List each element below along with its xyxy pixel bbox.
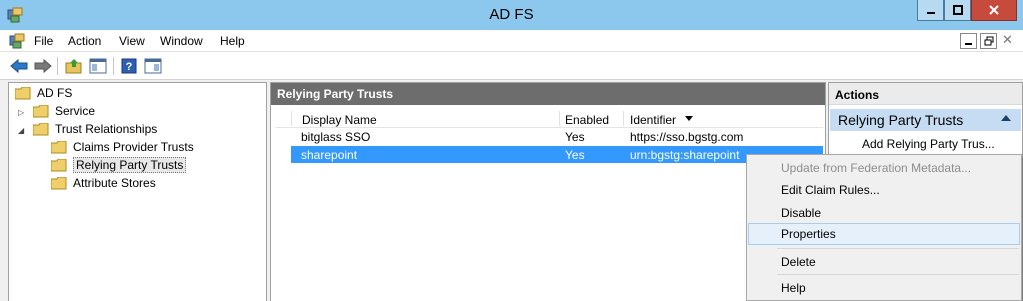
console-tree: AD FS ▷ Service ◢ Trust Relationships Cl… bbox=[8, 82, 267, 301]
up-one-level-button[interactable] bbox=[64, 56, 84, 76]
action-add-relying-party-trust[interactable]: Add Relying Party Trus... bbox=[862, 137, 995, 151]
tree-label: Claims Provider Trusts bbox=[73, 140, 194, 154]
actions-group-label: Relying Party Trusts bbox=[838, 112, 964, 128]
minimize-button[interactable] bbox=[917, 0, 944, 21]
menu-separator bbox=[777, 274, 1019, 275]
menu-action[interactable]: Action bbox=[68, 34, 101, 48]
toolbar-separator bbox=[113, 57, 114, 75]
results-pane-title: Relying Party Trusts bbox=[271, 83, 825, 105]
folder-icon bbox=[51, 158, 67, 171]
column-header-display-name[interactable]: Display Name bbox=[302, 113, 377, 127]
cell-identifier: urn:bgstg:sharepoint bbox=[630, 148, 740, 162]
menu-item-update-from-federation-metadata[interactable]: Update from Federation Metadata... bbox=[748, 157, 1020, 179]
adfs-menu-icon[interactable] bbox=[9, 33, 25, 49]
title-bar: AD FS bbox=[0, 0, 1023, 30]
folder-icon bbox=[33, 104, 49, 117]
actions-group-relying-party-trusts[interactable]: Relying Party Trusts bbox=[830, 109, 1021, 131]
column-divider[interactable] bbox=[623, 111, 624, 126]
menu-bar: File Action View Window Help ✕ bbox=[0, 30, 1023, 52]
results-pane: Relying Party Trusts Display Name Enable… bbox=[270, 82, 826, 301]
column-divider bbox=[291, 111, 292, 126]
toolbar: ? bbox=[0, 52, 1023, 80]
cell-display-name: bitglass SSO bbox=[301, 130, 371, 144]
forward-button[interactable] bbox=[33, 56, 53, 76]
menu-file[interactable]: File bbox=[34, 34, 53, 48]
column-headers: Display Name Enabled Identifier bbox=[275, 110, 823, 128]
tree-node-relying-party-trusts[interactable]: Relying Party Trusts bbox=[51, 156, 187, 174]
folder-icon bbox=[15, 86, 31, 99]
table-row[interactable]: bitglass SSO Yes https://sso.bgstg.com bbox=[291, 128, 823, 145]
tree-label: Trust Relationships bbox=[55, 122, 158, 136]
svg-text:?: ? bbox=[126, 61, 133, 73]
menu-item-delete[interactable]: Delete bbox=[748, 251, 1020, 273]
show-hide-console-tree-button[interactable] bbox=[88, 56, 108, 76]
column-header-identifier[interactable]: Identifier bbox=[630, 113, 676, 127]
mdi-restore-button[interactable] bbox=[980, 33, 997, 49]
show-hide-console-tree-icon bbox=[89, 58, 107, 74]
help-icon: ? bbox=[121, 58, 137, 74]
forward-icon bbox=[34, 58, 52, 74]
collapse-arrow-icon[interactable]: ◢ bbox=[18, 126, 24, 135]
back-button[interactable] bbox=[9, 56, 29, 76]
mdi-minimize-button[interactable] bbox=[960, 33, 977, 49]
up-folder-icon bbox=[65, 59, 82, 74]
maximize-button[interactable] bbox=[944, 0, 971, 21]
minimize-icon bbox=[965, 42, 972, 45]
show-hide-action-pane-button[interactable] bbox=[143, 56, 163, 76]
show-hide-action-pane-icon bbox=[144, 58, 162, 74]
expand-arrow-icon[interactable]: ▷ bbox=[18, 108, 24, 117]
tree-node-adfs[interactable]: AD FS bbox=[15, 84, 72, 102]
cell-display-name: sharepoint bbox=[301, 148, 358, 162]
sort-descending-icon bbox=[685, 116, 693, 121]
tree-label: Attribute Stores bbox=[73, 176, 156, 190]
toolbar-separator bbox=[57, 57, 58, 75]
cell-enabled: Yes bbox=[565, 148, 585, 162]
menu-separator bbox=[777, 248, 1019, 249]
tree-node-attribute-stores[interactable]: Attribute Stores bbox=[51, 174, 156, 192]
menu-item-properties[interactable]: Properties bbox=[748, 223, 1020, 245]
tree-label: Relying Party Trusts bbox=[73, 157, 187, 173]
actions-pane-title: Actions bbox=[829, 83, 1022, 105]
tree-node-trust-relationships[interactable]: Trust Relationships bbox=[33, 120, 157, 138]
column-divider[interactable] bbox=[559, 111, 560, 126]
mdi-close-icon[interactable]: ✕ bbox=[1002, 32, 1013, 48]
column-header-enabled[interactable]: Enabled bbox=[565, 113, 609, 127]
tree-label: Service bbox=[55, 104, 96, 118]
menu-window[interactable]: Window bbox=[160, 34, 203, 48]
context-menu: Update from Federation Metadata... Edit … bbox=[746, 154, 1022, 301]
window-title: AD FS bbox=[489, 6, 534, 23]
menu-view[interactable]: View bbox=[119, 34, 145, 48]
menu-item-disable[interactable]: Disable bbox=[748, 202, 1020, 224]
back-icon bbox=[10, 58, 28, 74]
tree-label: AD FS bbox=[37, 86, 73, 100]
folder-icon bbox=[33, 122, 49, 135]
folder-icon bbox=[51, 140, 67, 153]
cell-enabled: Yes bbox=[565, 130, 585, 144]
close-icon bbox=[989, 5, 999, 15]
help-button[interactable]: ? bbox=[119, 56, 139, 76]
folder-icon bbox=[51, 176, 67, 189]
menu-help[interactable]: Help bbox=[220, 34, 245, 48]
cell-identifier: https://sso.bgstg.com bbox=[630, 130, 744, 144]
tree-node-service[interactable]: Service bbox=[33, 102, 95, 120]
collapse-up-icon[interactable] bbox=[1001, 115, 1011, 122]
restore-icon bbox=[984, 36, 993, 46]
tree-node-claims-provider-trusts[interactable]: Claims Provider Trusts bbox=[51, 138, 194, 156]
maximize-icon bbox=[952, 5, 963, 15]
menu-item-edit-claim-rules[interactable]: Edit Claim Rules... bbox=[748, 179, 1020, 201]
menu-item-help[interactable]: Help bbox=[748, 277, 1020, 299]
minimize-icon bbox=[926, 12, 935, 14]
close-button[interactable] bbox=[971, 0, 1017, 21]
table-row[interactable]: sharepoint Yes urn:bgstg:sharepoint bbox=[291, 146, 823, 163]
